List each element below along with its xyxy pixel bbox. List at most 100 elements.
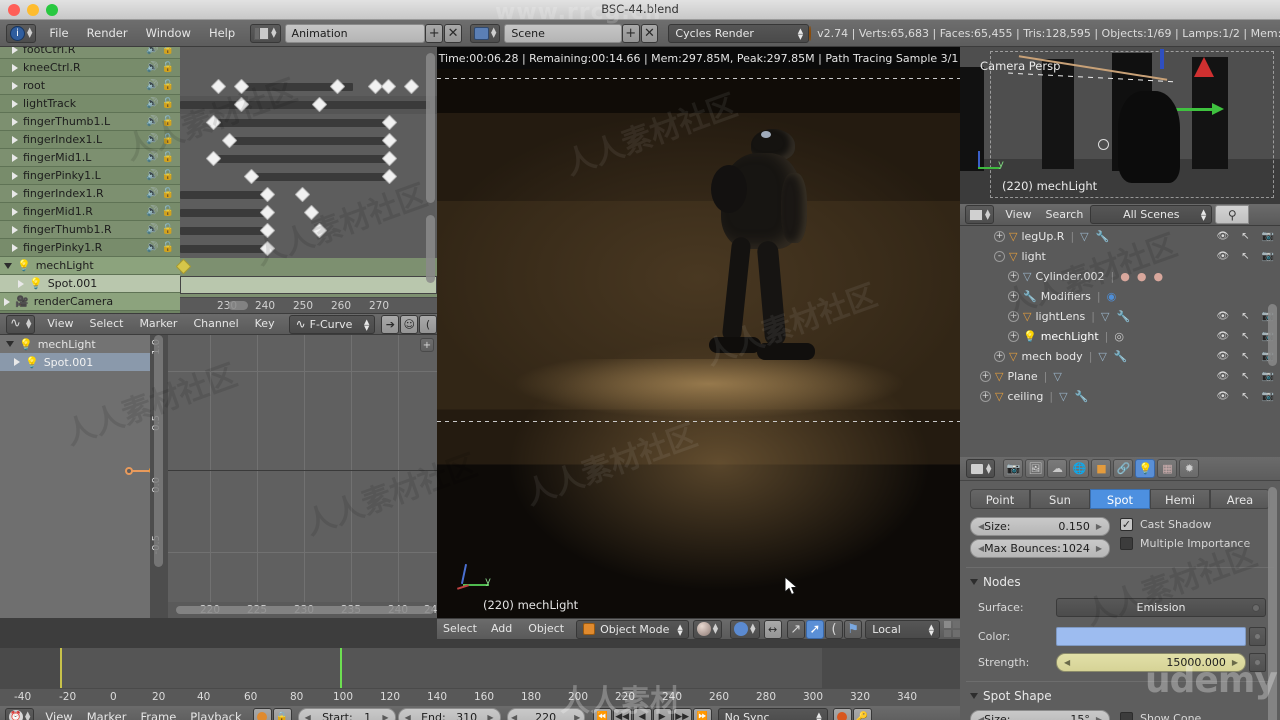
modifier-wrench-icon[interactable]: 🔧 xyxy=(1116,310,1130,323)
collapse-triangle-icon[interactable] xyxy=(12,153,18,162)
scene-selector[interactable]: Scene xyxy=(504,23,622,43)
outliner-restrict-toggles[interactable]: 👁 ↖ 📷 xyxy=(1216,371,1274,382)
delete-scene-button[interactable]: ✕ xyxy=(640,23,659,43)
mute-speaker-icon[interactable]: 🔊 xyxy=(146,170,158,181)
dope-sheet-channel-row[interactable]: fingerIndex1.L 🔊 🔓 xyxy=(0,131,180,149)
fcurve-sidebar-toggle[interactable]: + xyxy=(420,338,434,352)
menu-help[interactable]: Help xyxy=(200,20,244,47)
channel-toggles[interactable]: 🔊 🔓 xyxy=(146,47,180,55)
frame-start-field[interactable]: ◀ Start: 1 ▶ xyxy=(297,707,396,720)
collapse-triangle-icon[interactable] xyxy=(12,81,18,90)
lock-icon[interactable]: 🔓 xyxy=(162,98,174,109)
collapse-triangle-icon[interactable] xyxy=(12,99,18,108)
fcurve-horizontal-scrollbar[interactable] xyxy=(176,606,434,614)
expand-plus-icon[interactable]: + xyxy=(980,390,991,402)
outliner-restrict-toggles[interactable]: 👁↖📷 xyxy=(1216,351,1274,362)
mute-speaker-icon[interactable]: 🔊 xyxy=(146,80,158,91)
cursor-tool-button[interactable]: ➔ xyxy=(381,314,400,334)
dope-sheet-channel-row[interactable]: 🎥 renderCamera xyxy=(0,293,180,311)
surface-row[interactable]: Surface: Emission xyxy=(978,598,1266,617)
viewport-menu-object[interactable]: Object xyxy=(520,618,572,640)
normalize-button[interactable]: ( xyxy=(419,314,437,334)
lamp-type-sun[interactable]: Sun xyxy=(1030,489,1090,509)
outliner-restrict-toggles[interactable]: 👁↖📷 xyxy=(1216,251,1274,262)
fcurve-frame-ruler[interactable]: 220 225 230 235 240 245 xyxy=(168,602,437,618)
outliner-restrict-toggles[interactable]: 👁↖📷 xyxy=(1216,391,1274,402)
keyframe-diamond[interactable] xyxy=(221,132,238,149)
chevron-left-icon[interactable]: ◀ xyxy=(1064,658,1070,667)
dope-sheet-channel-row[interactable]: fingerThumb1.L 🔊 🔓 xyxy=(0,113,180,131)
cursor-arrow-icon[interactable]: ↖ xyxy=(1241,231,1249,242)
cursor-arrow-icon[interactable]: ↖ xyxy=(1241,391,1249,402)
keyframe-row[interactable] xyxy=(180,114,437,132)
axis-arrow-green[interactable] xyxy=(1174,108,1216,111)
mesh-data-icon[interactable]: ▽ xyxy=(1053,370,1061,383)
expand-plus-icon[interactable]: + xyxy=(980,370,991,382)
axis-arrow-red[interactable] xyxy=(1194,57,1214,77)
lock-icon[interactable]: 🔓 xyxy=(162,62,174,73)
lock-icon[interactable]: 🔓 xyxy=(162,224,174,235)
mute-speaker-icon[interactable]: 🔊 xyxy=(146,224,158,235)
keyframe-diamond[interactable] xyxy=(259,204,276,221)
expand-triangle-icon[interactable] xyxy=(4,262,12,269)
dope-sheet-vertical-scrollbar-lower[interactable] xyxy=(426,215,435,283)
viewport-menu-select[interactable]: Select xyxy=(437,618,483,640)
collapse-triangle-icon[interactable] xyxy=(18,279,24,288)
camera-icon[interactable]: 📷 xyxy=(1262,371,1274,382)
lock-icon[interactable]: 🔓 xyxy=(162,152,174,163)
lamp-size-field[interactable]: ◀ Size: 0.150 ▶ xyxy=(970,517,1110,536)
keyframe-row[interactable] xyxy=(180,78,437,96)
collapse-triangle-icon[interactable] xyxy=(12,135,18,144)
ghost-curves-button[interactable]: ☺ xyxy=(400,314,419,334)
dope-sheet-channel-row[interactable]: root 🔊 🔓 xyxy=(0,77,180,95)
modifier-wrench-icon[interactable]: 🔧 xyxy=(1075,390,1089,403)
particles-icon[interactable]: ✹ xyxy=(1179,459,1200,478)
fcurve-menu-select[interactable]: Select xyxy=(82,313,132,335)
keyframe-diamond[interactable] xyxy=(259,240,276,257)
dope-sheet-channel-list[interactable]: footCtrl.R 🔊 🔓 kneeCtrl.R 🔊 🔓 root 🔊 🔓 lightTrack… xyxy=(0,47,180,313)
fcurve-graph-area[interactable]: + xyxy=(125,335,437,618)
fcurve-menu-channel[interactable]: Channel xyxy=(185,313,246,335)
multiple-importance-checkbox[interactable] xyxy=(1120,537,1133,550)
mute-speaker-icon[interactable]: 🔊 xyxy=(146,206,158,217)
collapse-triangle-icon[interactable] xyxy=(12,47,18,54)
keyframe-diamond[interactable] xyxy=(380,78,397,95)
material-icon[interactable]: ● xyxy=(1153,270,1163,283)
collapse-triangle-icon[interactable] xyxy=(12,171,18,180)
expand-triangle-icon[interactable] xyxy=(6,341,14,347)
keyframe-diamond[interactable] xyxy=(403,78,420,95)
cursor-arrow-icon[interactable]: ↖ xyxy=(1241,371,1249,382)
keyframe-diamond[interactable] xyxy=(311,96,328,113)
camera-icon[interactable]: 📷 xyxy=(1262,231,1274,242)
camera-icon[interactable]: 📷 xyxy=(1262,251,1274,262)
expand-plus-icon[interactable]: + xyxy=(1008,290,1019,302)
transform-orientation-selector[interactable]: Local ▲ ▼ xyxy=(865,619,941,639)
keyframe-row[interactable] xyxy=(180,96,437,114)
lock-icon[interactable]: 🔓 xyxy=(162,80,174,91)
eye-icon[interactable]: 👁 xyxy=(1216,331,1229,342)
translate-manipulator-icon[interactable]: ↗ xyxy=(786,619,805,639)
mute-speaker-icon[interactable]: 🔊 xyxy=(146,134,158,145)
collapse-triangle-icon[interactable] xyxy=(12,63,18,72)
fcurve-handle-point[interactable] xyxy=(125,467,133,475)
render-layers-icon[interactable]: 🖼 xyxy=(1025,459,1046,478)
fcurve-channel-mechlight[interactable]: 💡 mechLight xyxy=(0,335,150,353)
collapse-triangle-icon[interactable] xyxy=(12,207,18,216)
collapse-triangle-icon[interactable] xyxy=(4,297,10,306)
color-animate-button[interactable] xyxy=(1249,627,1266,646)
eye-icon[interactable]: 👁 xyxy=(1216,371,1229,382)
scale-manipulator-icon[interactable]: ( xyxy=(824,619,844,639)
channel-toggles[interactable]: 🔊 🔓 xyxy=(146,188,180,199)
channel-toggles[interactable]: 🔊 🔓 xyxy=(146,206,180,217)
outliner-restrict-toggles[interactable]: 👁↖📷 xyxy=(1216,311,1274,322)
mute-speaker-icon[interactable]: 🔊 xyxy=(146,116,158,127)
spot-size-field[interactable]: ◀ Size: 15° ▶ xyxy=(970,710,1110,720)
outliner-tree[interactable]: + ▽ legUp.R | ▽ 🔧 👁 ↖ 📷 - ▽ light 👁 ↖ 📷 + ▽ Cylinder.002 |… xyxy=(960,226,1280,406)
lock-icon[interactable]: 🔓 xyxy=(162,188,174,199)
camera-icon[interactable]: 📷 xyxy=(1262,391,1274,402)
keyframe-diamond[interactable] xyxy=(210,78,227,95)
dope-sheet-channel-row[interactable]: lightTrack 🔊 🔓 xyxy=(0,95,180,113)
dope-sheet-channel-row[interactable]: fingerMid1.R 🔊 🔓 xyxy=(0,203,180,221)
menu-render[interactable]: Render xyxy=(78,20,137,47)
emission-color-swatch[interactable] xyxy=(1056,627,1246,646)
